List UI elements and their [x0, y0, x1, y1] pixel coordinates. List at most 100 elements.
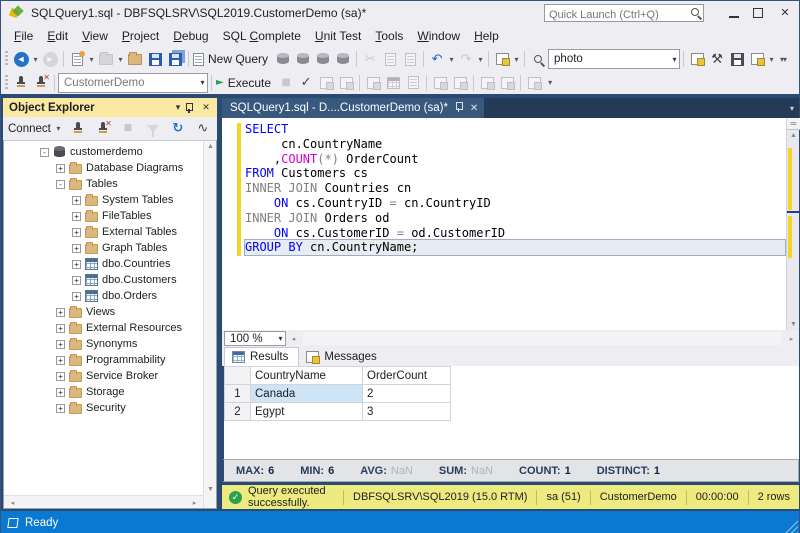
- find-combobox[interactable]: photo ▾: [548, 49, 680, 69]
- tree-expander-icon[interactable]: -: [56, 180, 65, 189]
- quick-launch-input[interactable]: [545, 7, 683, 23]
- scroll-right-icon[interactable]: ▸: [784, 335, 799, 343]
- sql-complete-button[interactable]: [687, 49, 707, 69]
- scroll-down-icon[interactable]: ▼: [204, 486, 217, 493]
- indent-button[interactable]: [477, 73, 497, 93]
- oe-connect-server-button[interactable]: [68, 119, 88, 139]
- oe-horizontal-scrollbar[interactable]: ◂ ▸: [4, 495, 203, 508]
- oe-connect-button[interactable]: Connect ▾: [8, 123, 63, 135]
- code-line-6[interactable]: ON cs.CountryID = cn.CountryID: [245, 196, 785, 211]
- menu-window[interactable]: Window: [410, 26, 467, 46]
- column-header-countryname[interactable]: CountryName: [251, 367, 363, 385]
- scroll-left-icon[interactable]: ◂: [6, 499, 19, 507]
- selection-dropdown[interactable]: ▾: [512, 55, 521, 64]
- tab-close-icon[interactable]: ✕: [470, 103, 478, 114]
- tree-expander-icon[interactable]: +: [72, 196, 81, 205]
- activity-monitor-button[interactable]: ∿: [193, 119, 213, 139]
- tree-item-views[interactable]: +Views: [4, 304, 203, 320]
- new-query-button[interactable]: New Query: [192, 49, 273, 69]
- tree-expander-icon[interactable]: +: [72, 212, 81, 221]
- debug-button[interactable]: [524, 73, 544, 93]
- undo-dropdown[interactable]: ▾: [447, 55, 456, 64]
- tree-item-external-tables[interactable]: +External Tables: [4, 224, 203, 240]
- menu-unit-test[interactable]: Unit Test: [308, 26, 368, 46]
- tree-expander-icon[interactable]: +: [72, 260, 81, 269]
- oe-refresh-button[interactable]: ↻: [168, 119, 188, 139]
- navigate-to-button[interactable]: [528, 49, 548, 69]
- document-tab[interactable]: SQLQuery1.sql - D....CustomerDemo (sa)* …: [222, 98, 484, 118]
- tree-item-tables[interactable]: -Tables: [4, 176, 203, 192]
- estimated-plan-button[interactable]: [316, 73, 336, 93]
- redo-dropdown[interactable]: ▾: [476, 55, 485, 64]
- toolbar-grip[interactable]: [5, 75, 8, 91]
- toolbox-button[interactable]: [727, 49, 747, 69]
- redo-button[interactable]: ↷: [456, 49, 476, 69]
- intellisense-button[interactable]: [363, 73, 383, 93]
- command-dropdown[interactable]: ▾: [767, 55, 776, 64]
- outdent-button[interactable]: [497, 73, 517, 93]
- pin-icon[interactable]: [455, 101, 463, 115]
- tree-expander-icon[interactable]: +: [72, 244, 81, 253]
- tools-button[interactable]: ⚒: [707, 49, 727, 69]
- parse-button[interactable]: ✓: [296, 73, 316, 93]
- oe-vertical-scrollbar[interactable]: ▲ ▼: [203, 141, 216, 508]
- column-header-ordercount[interactable]: OrderCount: [363, 367, 451, 385]
- pin-icon[interactable]: [185, 102, 199, 113]
- paste-button[interactable]: [400, 49, 420, 69]
- save-all-button[interactable]: [165, 49, 185, 69]
- dmx-query-button[interactable]: [293, 49, 313, 69]
- code-line-7[interactable]: INNER JOIN Orders od: [245, 211, 785, 226]
- menu-help[interactable]: Help: [467, 26, 506, 46]
- mdx-query-button[interactable]: [273, 49, 293, 69]
- grid-cell[interactable]: Canada: [251, 385, 363, 403]
- resize-grip[interactable]: [785, 520, 798, 533]
- tree-expander-icon[interactable]: -: [40, 148, 49, 157]
- tree-item-external-resources[interactable]: +External Resources: [4, 320, 203, 336]
- scroll-down-icon[interactable]: ▼: [787, 321, 800, 328]
- menu-view[interactable]: View: [75, 26, 115, 46]
- code-line-4[interactable]: FROM Customers cs: [245, 166, 785, 181]
- grid-cell[interactable]: 2: [363, 385, 451, 403]
- undo-button[interactable]: ↶: [427, 49, 447, 69]
- grid-cell[interactable]: 3: [363, 403, 451, 421]
- change-connection-button[interactable]: ✕: [31, 73, 51, 93]
- tree-item-database-diagrams[interactable]: +Database Diagrams: [4, 160, 203, 176]
- tree-expander-icon[interactable]: +: [56, 404, 65, 413]
- tree-expander-icon[interactable]: +: [72, 276, 81, 285]
- scroll-up-icon[interactable]: ▲: [204, 143, 217, 150]
- code-line-2[interactable]: cn.CountryName: [245, 137, 785, 152]
- execute-button[interactable]: ► Execute: [215, 73, 276, 93]
- uncomment-button[interactable]: [450, 73, 470, 93]
- results-grid[interactable]: CountryNameOrderCount 1Canada22Egypt3: [222, 366, 799, 459]
- oe-stop-button[interactable]: ■: [118, 119, 138, 139]
- toolbar-grip[interactable]: [5, 51, 8, 67]
- tree-expander-icon[interactable]: +: [56, 308, 65, 317]
- tab-results[interactable]: Results: [224, 347, 299, 366]
- open-project-button[interactable]: [96, 49, 116, 69]
- cancel-query-button[interactable]: ■: [276, 73, 296, 93]
- editor-vertical-scrollbar[interactable]: ═ ▲ ▼: [786, 118, 799, 330]
- menu-debug[interactable]: Debug: [166, 26, 215, 46]
- editor-horizontal-scrollbar[interactable]: [303, 332, 782, 345]
- query-options-button[interactable]: [336, 73, 356, 93]
- tree-item-dbo-countries[interactable]: +dbo.Countries: [4, 256, 203, 272]
- menu-file[interactable]: File: [7, 26, 40, 46]
- xmla-query-button[interactable]: [313, 49, 333, 69]
- grid-corner-cell[interactable]: [225, 367, 251, 385]
- save-button[interactable]: [145, 49, 165, 69]
- code-line-5[interactable]: INNER JOIN Countries cn: [245, 181, 785, 196]
- tab-list-dropdown[interactable]: ▾: [790, 104, 794, 113]
- tree-item-graph-tables[interactable]: +Graph Tables: [4, 240, 203, 256]
- new-file-button[interactable]: [67, 49, 87, 69]
- tree-expander-icon[interactable]: +: [72, 292, 81, 301]
- scroll-up-icon[interactable]: ▲: [787, 132, 800, 139]
- navigate-backward-button[interactable]: ◄: [11, 49, 31, 69]
- tree-item-security[interactable]: +Security: [4, 400, 203, 416]
- close-panel-button[interactable]: ✕: [199, 102, 213, 113]
- menu-sql-complete[interactable]: SQL Complete: [216, 26, 308, 46]
- tab-messages[interactable]: Messages: [299, 347, 386, 366]
- open-file-button[interactable]: [125, 49, 145, 69]
- open-dropdown[interactable]: ▾: [116, 55, 125, 64]
- tree-expander-icon[interactable]: +: [56, 340, 65, 349]
- comment-button[interactable]: [430, 73, 450, 93]
